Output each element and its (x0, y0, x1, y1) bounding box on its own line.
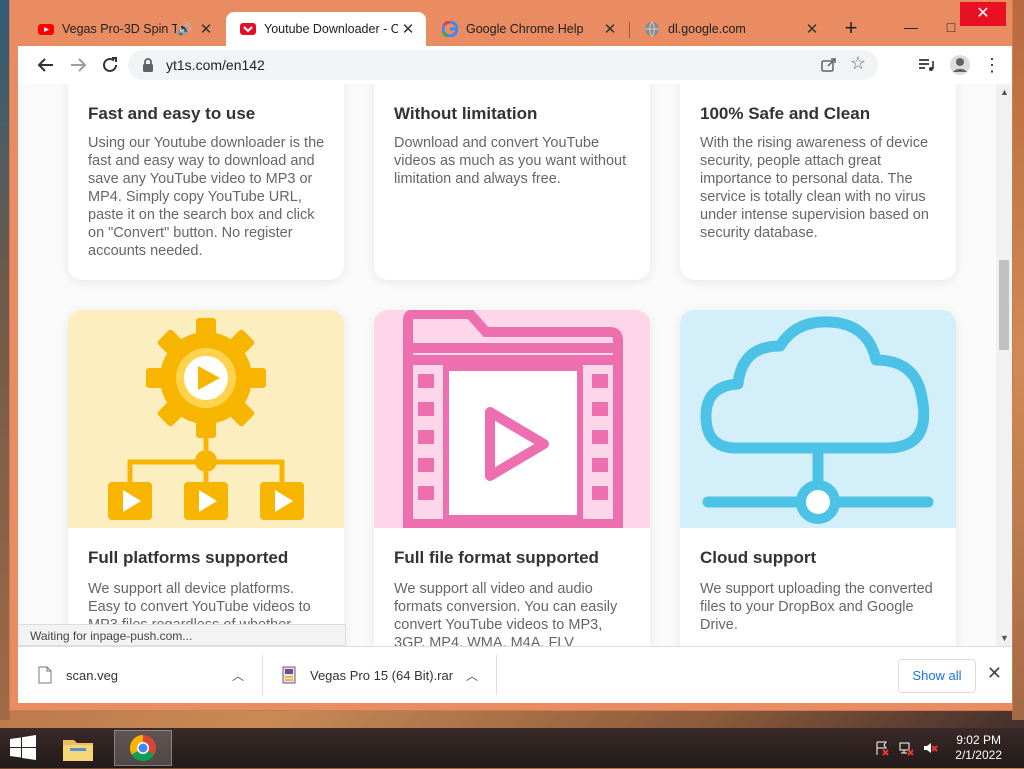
rar-archive-icon (282, 666, 296, 684)
status-bubble: Waiting for inpage-push.com... (18, 624, 346, 646)
tab-dl-google[interactable]: dl.google.com ✕ (630, 12, 830, 46)
chevron-up-icon[interactable]: ︿ (466, 667, 478, 684)
feature-art (68, 310, 344, 528)
taskbar-chrome[interactable] (114, 730, 172, 766)
feature-card-safe: 100% Safe and Clean With the rising awar… (680, 84, 956, 280)
clock-date: 2/1/2022 (955, 748, 1002, 762)
bookmark-star-icon[interactable]: ☆ (850, 53, 866, 74)
minimize-button[interactable]: — (896, 16, 926, 38)
youtube-icon (38, 24, 54, 35)
new-tab-button[interactable]: + (838, 16, 864, 42)
download-filename: scan.veg (66, 667, 119, 683)
feature-card-platforms: Full platforms supported We support all … (68, 310, 344, 646)
system-clock[interactable]: 9:02 PM 2/1/2022 (955, 733, 1002, 763)
url-text[interactable]: yt1s.com/en142 (166, 57, 265, 73)
feature-title: 100% Safe and Clean (700, 104, 871, 123)
scroll-down-icon[interactable]: ▼ (1000, 633, 1009, 643)
desktop-right-edge (1012, 0, 1024, 720)
download-shelf: scan.veg ︿ Vegas Pro 15 (64 Bit).rar ︿ S… (18, 646, 1012, 703)
browser-toolbar: yt1s.com/en142 ☆ ⋮ (18, 46, 1012, 85)
download-item-scan[interactable]: scan.veg ︿ (18, 647, 258, 703)
download-item-vegas[interactable]: Vegas Pro 15 (64 Bit).rar ︿ (262, 647, 494, 703)
menu-button[interactable]: ⋮ (980, 53, 1004, 77)
feature-text: Using our Youtube downloader is the fast… (88, 135, 325, 259)
close-window-button[interactable]: ✕ (960, 2, 1006, 26)
gear-play-icon (108, 318, 304, 520)
folder-icon (63, 740, 93, 761)
yt1s-icon (240, 23, 256, 35)
folder-video-icon (403, 310, 623, 529)
windows-logo-icon (10, 735, 36, 760)
download-separator (496, 655, 497, 695)
feature-card-fast: Fast and easy to use Using our Youtube d… (68, 84, 344, 280)
action-center-flag-icon[interactable] (874, 740, 890, 756)
page-scrollbar[interactable]: ▲ ▼ (996, 84, 1012, 646)
reload-button[interactable] (98, 53, 122, 77)
kebab-menu-icon: ⋮ (983, 55, 1001, 75)
feature-card-unlimited: Without limitation Download and convert … (374, 84, 650, 280)
desktop-left-edge (0, 0, 10, 720)
feature-art (680, 310, 956, 528)
download-filename: Vegas Pro 15 (64 Bit).rar (310, 667, 454, 683)
close-tab-icon[interactable]: ✕ (600, 20, 620, 38)
share-icon[interactable] (820, 56, 838, 74)
feature-title: Full platforms supported (88, 548, 289, 567)
cloud-network-icon (700, 316, 934, 524)
speaker-icon[interactable]: 🔊 (177, 22, 192, 36)
volume-muted-icon[interactable] (922, 740, 938, 756)
tab-title: Youtube Downloader - O (264, 22, 398, 36)
tab-strip: Vegas Pro-3D Spin Ti 🔊 ✕ Youtube Downloa… (16, 12, 1006, 46)
feature-title: Full file format supported (394, 548, 599, 567)
feature-title: Cloud support (700, 548, 817, 567)
globe-icon (645, 21, 659, 37)
taskbar-file-explorer[interactable] (60, 730, 100, 766)
chrome-window: Vegas Pro-3D Spin Ti 🔊 ✕ Youtube Downloa… (10, 0, 1012, 710)
feature-text: Download and convert YouTube videos as m… (394, 135, 627, 187)
profile-button[interactable] (948, 53, 972, 77)
chevron-up-icon[interactable]: ︿ (232, 667, 244, 684)
start-button[interactable] (8, 730, 40, 766)
tab-title: Google Chrome Help (466, 22, 584, 36)
feature-text: We support uploading the converted files… (700, 581, 933, 633)
google-icon (442, 21, 458, 37)
chrome-icon (129, 734, 156, 762)
windows-taskbar: 9:02 PM 2/1/2022 (0, 728, 1024, 768)
scroll-up-icon[interactable]: ▲ (1000, 87, 1009, 97)
avatar-icon (950, 55, 970, 75)
tab-youtube-downloader[interactable]: Youtube Downloader - O ✕ (226, 12, 426, 46)
show-all-button[interactable]: Show all (898, 659, 976, 693)
arrow-right-icon (71, 58, 87, 72)
feature-text: We support all video and audio formats c… (394, 581, 618, 646)
playlist-icon (919, 59, 934, 71)
media-control-button[interactable] (914, 53, 938, 77)
tab-title: Vegas Pro-3D Spin Ti (62, 22, 178, 36)
tab-chrome-help[interactable]: Google Chrome Help ✕ (428, 12, 628, 46)
feature-text: With the rising awareness of device secu… (700, 135, 929, 241)
feature-card-formats: Full file format supported We support al… (374, 310, 650, 646)
file-icon (38, 666, 52, 684)
page-content: Fast and easy to use Using our Youtube d… (18, 84, 996, 646)
close-tab-icon[interactable]: ✕ (398, 20, 418, 38)
arrow-left-icon (37, 58, 53, 72)
close-tab-icon[interactable]: ✕ (802, 20, 822, 38)
tab-vegas[interactable]: Vegas Pro-3D Spin Ti 🔊 ✕ (24, 12, 224, 46)
tab-title: dl.google.com (668, 22, 746, 36)
feature-title: Fast and easy to use (88, 104, 256, 123)
forward-button[interactable] (66, 53, 90, 77)
reload-icon (103, 57, 117, 72)
feature-card-cloud: Cloud support We support uploading the c… (680, 310, 956, 646)
address-bar[interactable]: yt1s.com/en142 ☆ (128, 50, 878, 80)
feature-art (374, 310, 650, 529)
feature-title: Without limitation (394, 104, 538, 123)
close-tab-icon[interactable]: ✕ (196, 20, 216, 38)
scrollbar-thumb[interactable] (999, 260, 1009, 350)
clock-time: 9:02 PM (956, 733, 1001, 747)
close-shelf-icon[interactable]: ✕ (987, 663, 1002, 684)
back-button[interactable] (34, 53, 58, 77)
network-icon[interactable] (898, 740, 914, 756)
lock-icon[interactable] (140, 57, 156, 73)
